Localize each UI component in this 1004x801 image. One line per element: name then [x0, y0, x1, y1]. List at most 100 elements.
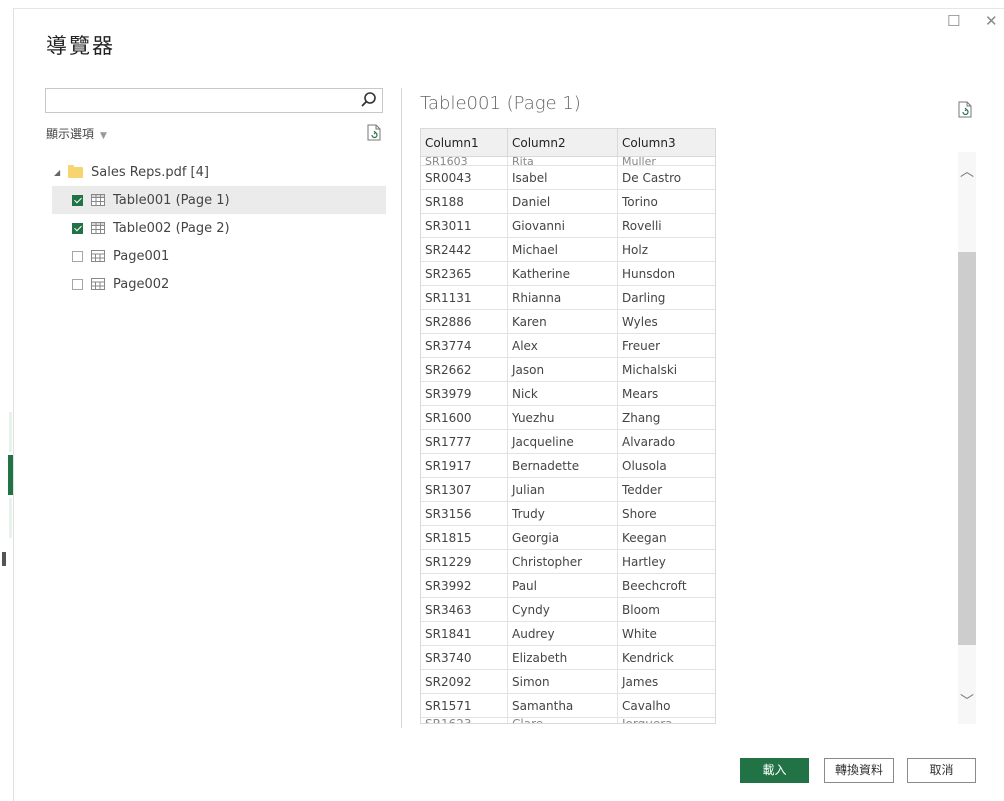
load-button[interactable]: 載入	[740, 758, 809, 783]
tree-item-page001[interactable]: Page001	[52, 242, 386, 270]
maximize-button[interactable]: ☐	[947, 12, 960, 30]
table001-checkbox[interactable]	[72, 194, 83, 206]
table-cell: SR1623	[421, 717, 508, 723]
cancel-button[interactable]: 取消	[907, 758, 976, 783]
table-row: SR1841 Audrey White	[421, 621, 715, 646]
table-cell: SR3992	[421, 573, 508, 598]
table-cell: Rovelli	[617, 213, 715, 238]
table-row: SR3774 Alex Freuer	[421, 333, 715, 358]
tree-item-label: Table002 (Page 2)	[113, 220, 230, 236]
pane-divider[interactable]	[401, 88, 402, 728]
scrollbar-thumb[interactable]	[958, 252, 976, 645]
table-cell: SR1777	[421, 429, 508, 454]
refresh-file-icon[interactable]	[367, 124, 381, 141]
table-cell: SR1571	[421, 693, 508, 718]
table-row: SR2092 Simon James	[421, 669, 715, 694]
tree-item-label: Table001 (Page 1)	[113, 192, 230, 208]
table-row: SR3740 Elizabeth Kendrick	[421, 645, 715, 670]
table-row: SR1229 Christopher Hartley	[421, 549, 715, 574]
table-cell: Elizabeth	[507, 645, 618, 670]
page002-checkbox[interactable]	[72, 278, 83, 290]
table-row: SR3463 Cyndy Bloom	[421, 597, 715, 622]
table-cell: Simon	[507, 669, 618, 694]
table-row: SR3156 Trudy Shore	[421, 501, 715, 526]
table-cell: Cyndy	[507, 597, 618, 622]
table-cell: Julian	[507, 477, 618, 502]
table-cell: SR3463	[421, 597, 508, 622]
table-cell: Jason	[507, 357, 618, 382]
table-cell: Olusola	[617, 453, 715, 478]
dialog-title: 導覽器	[46, 34, 115, 58]
scroll-up-icon[interactable]: ︿	[958, 162, 976, 182]
table-cell: Freuer	[617, 333, 715, 358]
background-app-marker	[2, 552, 6, 566]
table-cell: De Castro	[617, 165, 715, 190]
table-cell: SR1307	[421, 477, 508, 502]
table-row: SR2365 Katherine Hunsdon	[421, 261, 715, 286]
scroll-down-icon[interactable]: ﹀	[958, 692, 976, 712]
tree-root-sales-reps[interactable]: ◢ Sales Reps.pdf [4]	[52, 158, 386, 186]
table-cell: Keegan	[617, 525, 715, 550]
tree-item-table001[interactable]: Table001 (Page 1)	[52, 186, 386, 214]
search-icon[interactable]	[360, 91, 378, 109]
tree-item-table002[interactable]: Table002 (Page 2)	[52, 214, 386, 242]
navigator-tree: ◢ Sales Reps.pdf [4] Table001 (Page 1) T…	[52, 158, 386, 298]
table-cell: SR188	[421, 189, 508, 214]
table-row: SR2662 Jason Michalski	[421, 357, 715, 382]
background-app-strip	[9, 498, 12, 538]
table-cell: Shore	[617, 501, 715, 526]
table-cell: SR1841	[421, 621, 508, 646]
table-cell: SR2365	[421, 261, 508, 286]
preview-title: Table001 (Page 1)	[420, 93, 581, 114]
column-header: Column2	[507, 129, 618, 157]
table-row: SR1917 Bernadette Olusola	[421, 453, 715, 478]
table-cell: Georgia	[507, 525, 618, 550]
page001-checkbox[interactable]	[72, 250, 83, 262]
page-icon	[91, 278, 105, 290]
table-cell: Torino	[617, 189, 715, 214]
table-cell: Isabel	[507, 165, 618, 190]
table-icon	[91, 194, 105, 206]
table-row: SR1777 Jacqueline Alvarado	[421, 429, 715, 454]
table-cell: Alex	[507, 333, 618, 358]
table-cell: Cavalho	[617, 693, 715, 718]
table-cell: Holz	[617, 237, 715, 262]
table-cell: James	[617, 669, 715, 694]
table-cell: SR1815	[421, 525, 508, 550]
table-cell: Jacqueline	[507, 429, 618, 454]
table-cell: SR3011	[421, 213, 508, 238]
table-cell: Yuezhu	[507, 405, 618, 430]
table-icon	[91, 222, 105, 234]
table-cell: SR0043	[421, 165, 508, 190]
transform-data-button[interactable]: 轉換資料	[824, 758, 894, 783]
table002-checkbox[interactable]	[72, 222, 83, 234]
table-cell: Michalski	[617, 357, 715, 382]
search-box	[45, 88, 383, 113]
table-cell: Beechcroft	[617, 573, 715, 598]
expand-triangle-icon[interactable]: ◢	[54, 168, 66, 177]
preview-table: Column1 Column2 Column3 SR1603 Rita Mull…	[420, 128, 716, 724]
table-row-partial: SR1623 Clare Jorquera	[421, 717, 715, 723]
table-cell: Muller	[617, 156, 715, 166]
table-cell: Michael	[507, 237, 618, 262]
display-options-label: 顯示選項	[46, 127, 95, 141]
tree-item-page002[interactable]: Page002	[52, 270, 386, 298]
tree-item-label: Page002	[113, 276, 170, 292]
table-cell: Giovanni	[507, 213, 618, 238]
table-cell: Jorquera	[617, 717, 715, 723]
table-cell: Daniel	[507, 189, 618, 214]
display-options-dropdown[interactable]: 顯示選項 ▼	[46, 125, 107, 142]
table-cell: Christopher	[507, 549, 618, 574]
folder-icon	[68, 164, 83, 178]
table-row: SR1600 Yuezhu Zhang	[421, 405, 715, 430]
close-button[interactable]: ✕	[985, 12, 998, 30]
table-cell: Rhianna	[507, 285, 618, 310]
preview-refresh-icon[interactable]	[958, 101, 972, 118]
search-input[interactable]	[50, 89, 354, 113]
table-cell: Hartley	[617, 549, 715, 574]
table-row-partial: SR1603 Rita Muller	[421, 156, 715, 166]
table-cell: Samantha	[507, 693, 618, 718]
table-cell: SR3774	[421, 333, 508, 358]
table-row: SR0043 Isabel De Castro	[421, 165, 715, 190]
table-cell: Trudy	[507, 501, 618, 526]
